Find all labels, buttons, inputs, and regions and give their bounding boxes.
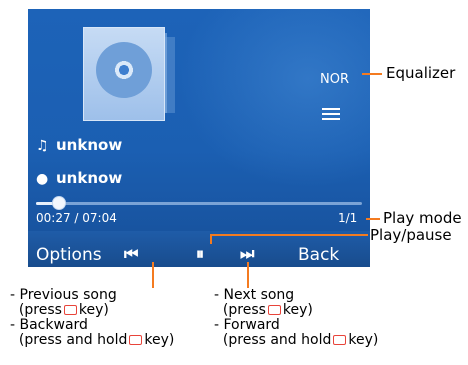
play-pause-label: Play/pause <box>370 226 452 244</box>
back-instr-a: (press and hold <box>18 332 128 348</box>
album-art <box>83 27 181 129</box>
artist-name: unknow <box>56 169 123 187</box>
player-screen: NOR ♫ unknow ● unknow 00:27 / 07:04 1/1 Op… <box>28 9 370 267</box>
next-instr-a: (press <box>222 302 266 318</box>
progress-knob[interactable] <box>51 196 66 210</box>
softkey-icon <box>267 305 281 315</box>
previous-song-note: - Previous song (press key) - Backward (p… <box>10 288 174 348</box>
list-icon[interactable] <box>322 105 340 123</box>
forward-instruction: (press and hold key) <box>214 333 378 348</box>
play-mode-callout-line <box>366 218 380 220</box>
softkey-icon <box>333 335 347 345</box>
next-callout-line <box>247 262 249 288</box>
next-song-instruction: (press key) <box>214 303 378 318</box>
disc-icon <box>96 42 152 98</box>
play-pause-line-vertical <box>210 236 212 244</box>
equalizer-label: Equalizer <box>386 64 456 82</box>
back-softkey[interactable]: Back <box>298 245 339 265</box>
backward-title: - Backward <box>10 317 88 333</box>
options-softkey[interactable]: Options <box>36 245 102 265</box>
back-instr-b: key) <box>144 332 175 348</box>
track-title: unknow <box>56 136 123 154</box>
play-mode-label: Play mode <box>383 209 462 227</box>
track-title-row: ♫ unknow <box>36 136 122 154</box>
softkey-icon <box>63 305 77 315</box>
next-song-note: - Next song (press key) - Forward (press … <box>214 288 378 348</box>
person-icon: ● <box>36 171 49 187</box>
previous-song-title: - Previous song <box>10 287 117 303</box>
play-pause-icon[interactable]: ⏸ <box>196 244 204 264</box>
prev-instr-b: key) <box>78 302 109 318</box>
album-card-front <box>83 27 165 121</box>
previous-icon[interactable]: ⏮ <box>124 244 138 264</box>
prev-callout-line <box>152 262 154 288</box>
background-glow <box>178 9 370 189</box>
play-pause-callout-line <box>210 234 368 236</box>
forward-title: - Forward <box>214 317 280 333</box>
next-song-title: - Next song <box>214 287 295 303</box>
equalizer-badge[interactable]: NOR <box>320 72 349 87</box>
elapsed-total-time: 00:27 / 07:04 <box>36 211 117 225</box>
previous-song-instruction: (press key) <box>10 303 174 318</box>
next-instr-b: key) <box>282 302 313 318</box>
prev-instr-a: (press <box>18 302 62 318</box>
progress-bar[interactable] <box>36 196 362 210</box>
music-note-icon: ♫ <box>36 138 49 154</box>
equalizer-callout-line <box>362 73 382 75</box>
next-icon[interactable]: ⏭ <box>240 244 254 264</box>
fwd-instr-b: key) <box>348 332 379 348</box>
artist-row: ● unknow <box>36 169 122 187</box>
softkey-icon <box>129 335 143 345</box>
playlist-position[interactable]: 1/1 <box>338 211 357 225</box>
backward-instruction: (press and hold key) <box>10 333 174 348</box>
fwd-instr-a: (press and hold <box>222 332 332 348</box>
